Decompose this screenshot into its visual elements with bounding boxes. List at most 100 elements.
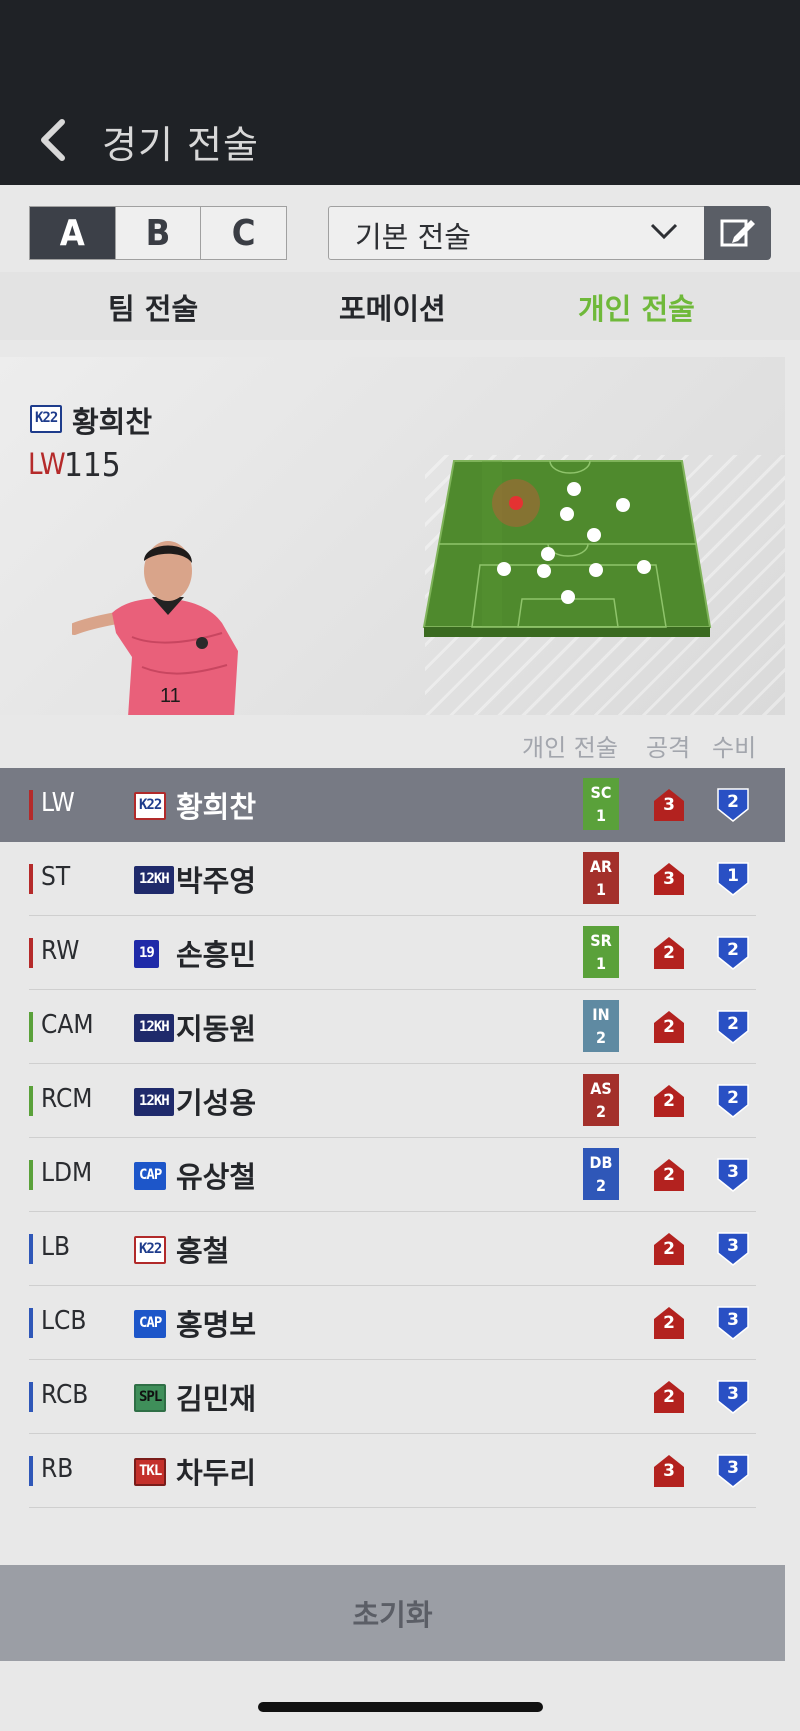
tactic-dropdown-value: 기본 전술 (355, 220, 471, 254)
season-badge: SPL (134, 1384, 167, 1412)
player-row[interactable]: RCM 12KH 기성용 AS 2 2 2 (0, 1064, 785, 1138)
player-row[interactable]: LB K22 홍철 2 3 (0, 1212, 785, 1286)
individual-tactic-tag[interactable]: IN 2 (583, 1000, 619, 1052)
player-row[interactable]: RCB SPL 김민재 2 3 (0, 1360, 785, 1434)
defense-level-icon[interactable]: 1 (717, 862, 749, 896)
svg-text:11: 11 (160, 685, 181, 707)
hero-player-ovr: 115 (64, 445, 121, 484)
attack-level-value: 2 (663, 1239, 675, 1259)
season-badge: 19 (134, 940, 159, 968)
tactic-code: DB (589, 1153, 613, 1172)
tactic-level: 2 (595, 1028, 606, 1047)
defense-level-value: 2 (727, 1014, 739, 1034)
defense-level-icon[interactable]: 2 (717, 788, 749, 822)
player-name: 황희찬 (176, 790, 257, 824)
player-position: RW (41, 936, 80, 966)
player-name: 김민재 (176, 1382, 257, 1416)
player-position: ST (41, 862, 71, 892)
player-row[interactable]: LCB CAP 홍명보 2 3 (0, 1286, 785, 1360)
player-row[interactable]: ST 12KH 박주영 AR 1 3 1 (0, 842, 785, 916)
column-header-attack: 공격 (646, 734, 691, 762)
row-divider (29, 1507, 756, 1508)
defense-level-icon[interactable]: 2 (717, 1084, 749, 1118)
player-hero-panel: K22 황희찬 LW 115 11 (0, 357, 785, 715)
player-name: 박주영 (176, 864, 257, 898)
season-badge: 12KH (134, 1014, 174, 1042)
player-row[interactable]: RW 19 손흥민 SR 1 2 2 (0, 916, 785, 990)
attack-level-value: 3 (663, 1461, 675, 1481)
attack-level-icon[interactable]: 2 (653, 1158, 685, 1192)
individual-tactic-tag[interactable]: DB 2 (583, 1148, 619, 1200)
attack-level-value: 2 (663, 1313, 675, 1333)
reset-button[interactable]: 초기화 (0, 1565, 785, 1661)
player-row[interactable]: LDM CAP 유상철 DB 2 2 3 (0, 1138, 785, 1212)
defense-level-icon[interactable]: 3 (717, 1232, 749, 1266)
hero-player-position: LW (28, 447, 66, 481)
chevron-down-icon (650, 223, 678, 240)
defense-level-value: 3 (727, 1162, 739, 1182)
player-position: LDM (41, 1158, 93, 1188)
individual-tactic-tag[interactable]: AR 1 (583, 852, 619, 904)
attack-level-value: 2 (663, 1017, 675, 1037)
player-row[interactable]: LW K22 황희찬 SC 1 3 2 (0, 768, 785, 842)
tab-team-tactics[interactable]: 팀 전술 (108, 286, 198, 328)
player-name: 홍명보 (176, 1308, 257, 1342)
attack-level-icon[interactable]: 3 (653, 1454, 685, 1488)
position-color-bar (29, 1086, 33, 1116)
attack-level-icon[interactable]: 2 (653, 936, 685, 970)
player-position: RCB (41, 1380, 89, 1410)
position-color-bar (29, 1012, 33, 1042)
individual-tactic-tag[interactable]: AS 2 (583, 1074, 619, 1126)
attack-level-icon[interactable]: 2 (653, 1306, 685, 1340)
tactic-dropdown[interactable]: 기본 전술 (328, 206, 706, 260)
defense-level-icon[interactable]: 3 (717, 1454, 749, 1488)
player-position: RB (41, 1454, 74, 1484)
tab-bar: 팀 전술 포메이션 개인 전술 (0, 272, 800, 340)
attack-level-icon[interactable]: 3 (653, 862, 685, 896)
season-badge: CAP (134, 1310, 167, 1338)
preset-c-button[interactable]: C (200, 207, 286, 259)
defense-level-icon[interactable]: 3 (717, 1158, 749, 1192)
tactic-level: 1 (595, 954, 606, 973)
defense-level-value: 3 (727, 1458, 739, 1478)
tab-individual-tactics[interactable]: 개인 전술 (578, 286, 695, 328)
tactic-code: AR (589, 857, 613, 876)
tactic-code: AS (590, 1079, 612, 1098)
attack-level-icon[interactable]: 2 (653, 1084, 685, 1118)
player-row[interactable]: RB TKL 차두리 3 3 (0, 1434, 785, 1508)
defense-level-icon[interactable]: 2 (717, 1010, 749, 1044)
defense-level-value: 3 (727, 1236, 739, 1256)
attack-level-icon[interactable]: 3 (653, 788, 685, 822)
position-color-bar (29, 864, 33, 894)
season-badge: 12KH (134, 866, 174, 894)
season-badge: K22 (134, 792, 167, 820)
attack-level-value: 3 (663, 795, 675, 815)
page-title: 경기 전술 (102, 123, 259, 167)
position-color-bar (29, 790, 33, 820)
defense-level-icon[interactable]: 3 (717, 1380, 749, 1414)
defense-level-value: 1 (727, 866, 739, 886)
player-row[interactable]: CAM 12KH 지동원 IN 2 2 2 (0, 990, 785, 1064)
attack-level-value: 2 (663, 1091, 675, 1111)
attack-level-icon[interactable]: 2 (653, 1232, 685, 1266)
edit-button[interactable] (704, 206, 771, 260)
defense-level-icon[interactable]: 3 (717, 1306, 749, 1340)
column-header-defense: 수비 (712, 734, 757, 762)
hero-player-name: 황희찬 (72, 405, 153, 439)
season-badge: CAP (134, 1162, 167, 1190)
preset-a-button[interactable]: A (30, 207, 115, 259)
tab-formation[interactable]: 포메이션 (339, 286, 446, 328)
attack-level-icon[interactable]: 2 (653, 1010, 685, 1044)
attack-level-icon[interactable]: 2 (653, 1380, 685, 1414)
defense-level-icon[interactable]: 2 (717, 936, 749, 970)
back-arrow-icon[interactable] (34, 118, 74, 162)
player-name: 유상철 (176, 1160, 257, 1194)
tactic-level: 2 (595, 1102, 606, 1121)
preset-b-button[interactable]: B (114, 207, 201, 259)
season-badge: 12KH (134, 1088, 174, 1116)
position-color-bar (29, 1308, 33, 1338)
defense-level-value: 3 (727, 1310, 739, 1330)
individual-tactic-tag[interactable]: SR 1 (583, 926, 619, 978)
individual-tactic-tag[interactable]: SC 1 (583, 778, 619, 830)
defense-level-value: 2 (727, 792, 739, 812)
